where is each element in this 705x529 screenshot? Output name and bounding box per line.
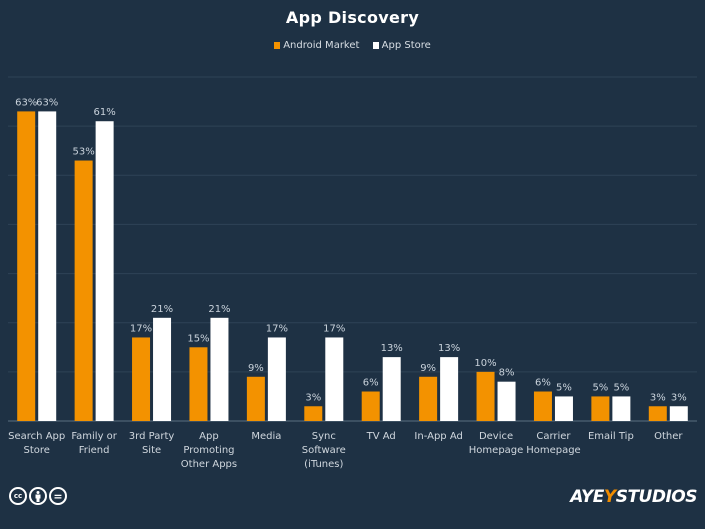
bar-app-store (153, 317, 172, 421)
bar-android (419, 376, 438, 421)
x-tick-label: Software (302, 445, 346, 456)
bar-android (189, 347, 208, 421)
bar-android (17, 111, 36, 422)
data-label: 15% (187, 333, 209, 344)
data-label: 9% (420, 363, 436, 374)
bar-app-store (669, 406, 688, 421)
x-tick-label: Homepage (469, 445, 524, 456)
data-label: 17% (266, 323, 288, 334)
x-tick-label: Friend (79, 445, 110, 456)
bar-android (591, 396, 610, 421)
x-tick-label: Device (479, 431, 513, 442)
bar-app-store (554, 396, 573, 421)
aye-studios-logo: AYEYSTUDIOS (570, 487, 697, 507)
data-label: 5% (613, 382, 629, 393)
x-tick-label: TV Ad (366, 431, 396, 442)
data-label: 21% (151, 304, 173, 315)
x-tick-label: Other (654, 431, 683, 442)
x-tick-label: Homepage (526, 445, 581, 456)
data-label: 13% (438, 343, 460, 354)
data-label: 21% (208, 304, 230, 315)
no-derivatives-icon: = (49, 487, 67, 505)
bar-android (361, 391, 380, 421)
x-tick-label: Site (142, 445, 161, 456)
x-tick-label: Store (23, 445, 49, 456)
logo-prefix: AYE (570, 487, 604, 507)
data-label: 17% (130, 323, 152, 334)
bar-android (74, 160, 93, 422)
data-label: 3% (650, 392, 666, 403)
data-label: 5% (556, 382, 572, 393)
bar-android (648, 406, 667, 421)
x-tick-label: Email Tip (588, 431, 634, 442)
bar-chart: 63%63% Search App Store 53% 61% Family or Frie… (8, 76, 697, 470)
data-label: 13% (381, 343, 403, 354)
data-label: 5% (592, 382, 608, 393)
person-icon (35, 490, 41, 502)
data-label: 3% (671, 392, 687, 403)
x-tick-label: Promoting (183, 445, 234, 456)
bar-android (476, 371, 495, 421)
by-attribution-icon (29, 487, 47, 505)
data-label: 63% (15, 97, 37, 108)
x-tick-label: Family or (71, 431, 117, 442)
bar-app-store (440, 357, 459, 421)
x-tick-label: Sync (312, 431, 336, 442)
x-tick-label: In-App Ad (414, 431, 462, 442)
x-tick-label: 3rd Party (129, 431, 175, 442)
data-label: 9% (248, 363, 264, 374)
bar-android (304, 406, 323, 421)
bar-app-store (38, 111, 57, 422)
data-label: 61% (94, 107, 116, 118)
data-label: 8% (499, 368, 515, 379)
cc-icon: cc (9, 487, 27, 505)
bar-app-store (497, 381, 516, 421)
bar-app-store (612, 396, 631, 421)
bar-app-store (267, 337, 286, 421)
x-tick-label: Other Apps (181, 459, 237, 470)
bar-android (132, 337, 151, 421)
bar-android (246, 376, 265, 421)
bar-app-store (95, 121, 114, 421)
license-badges: cc = (9, 487, 67, 505)
bar-app-store (210, 317, 229, 421)
data-label: 6% (363, 378, 379, 389)
data-label: 17% (323, 323, 345, 334)
x-tick-label: App (199, 431, 219, 442)
bar-app-store (382, 357, 401, 421)
data-label: 3% (305, 392, 321, 403)
x-tick-label: Carrier (536, 431, 571, 442)
logo-suffix: STUDIOS (615, 487, 698, 507)
data-label: 6% (535, 378, 551, 389)
x-tick-label: Media (251, 431, 281, 442)
x-tick-label: Search App (8, 431, 65, 442)
data-label: 63% (36, 97, 58, 108)
x-tick-label: (iTunes) (304, 459, 343, 470)
data-label: 53% (73, 147, 95, 158)
bar-app-store (325, 337, 344, 421)
logo-accent: Y (603, 487, 616, 507)
bar-android (533, 391, 552, 421)
data-label: 10% (474, 358, 496, 369)
